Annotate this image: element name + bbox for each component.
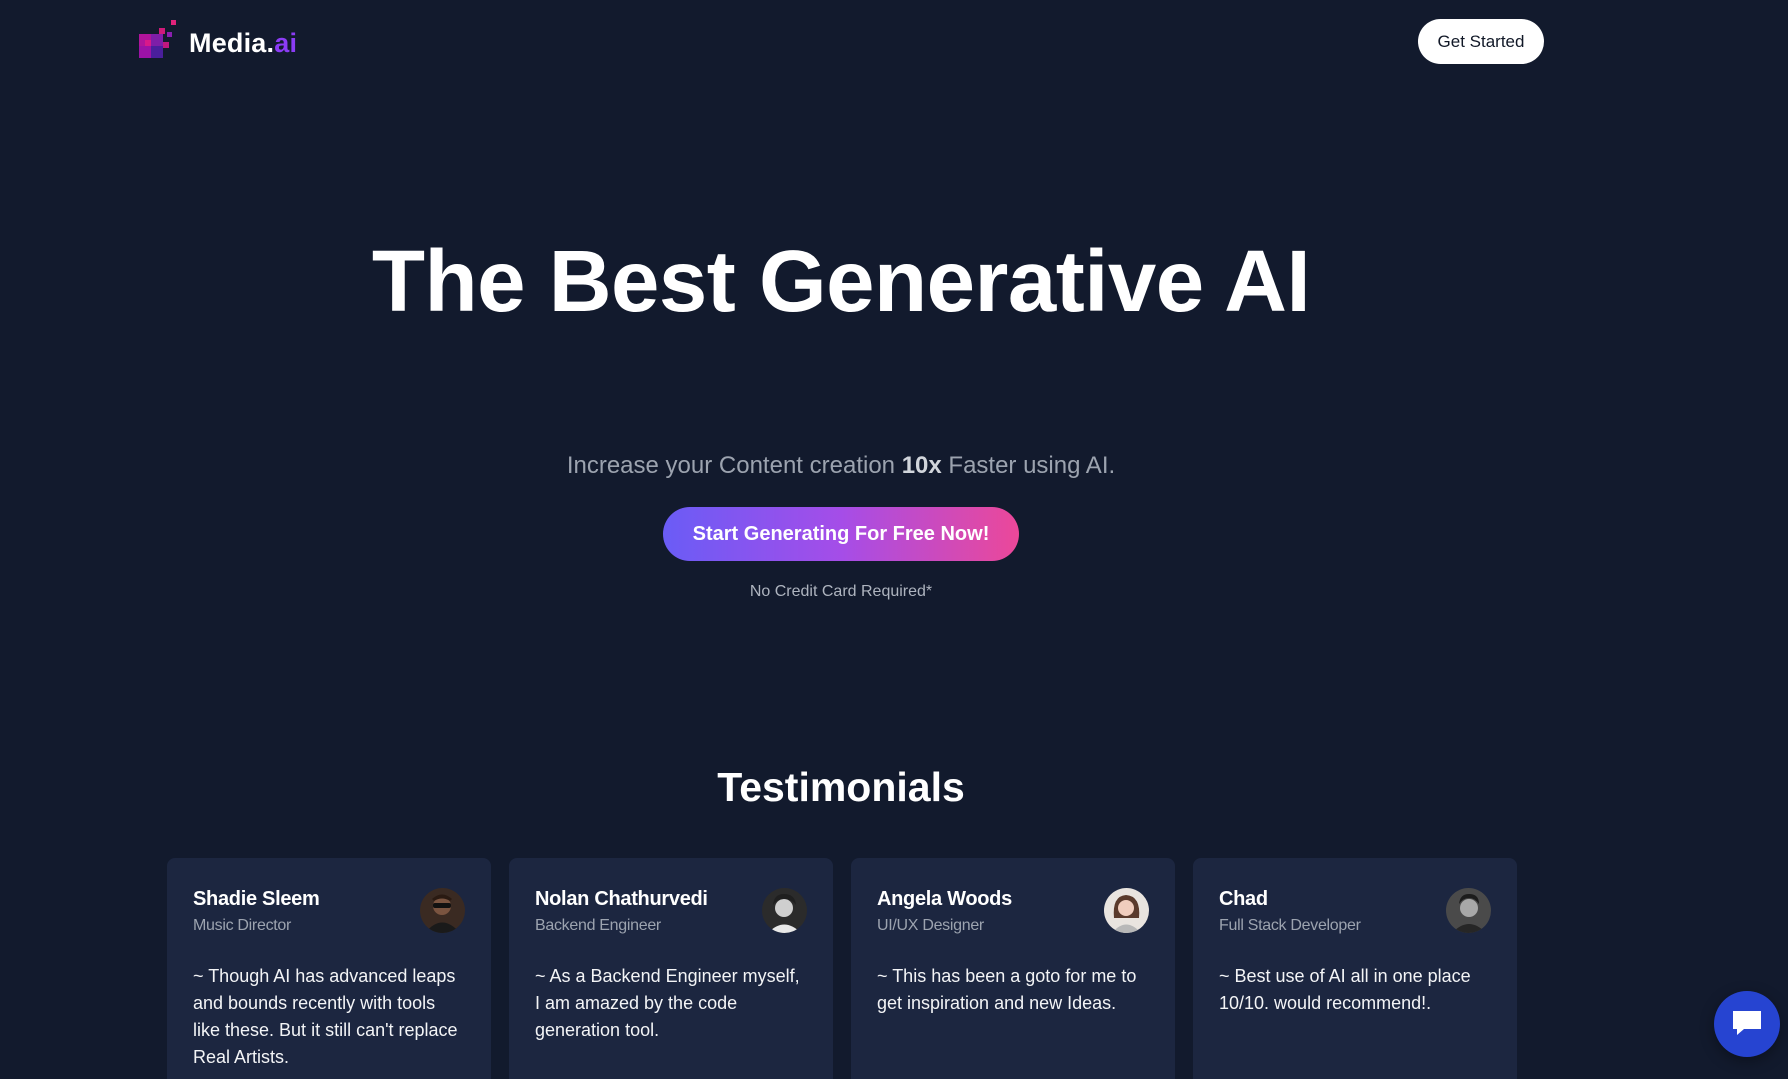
avatar: [420, 888, 465, 933]
brand-name: Media.ai: [189, 28, 298, 58]
avatar: [1446, 888, 1491, 933]
hero-subtitle: Increase your Content creation 10x Faste…: [566, 452, 1116, 479]
testimonial-text: ~ As a Backend Engineer myself, I am ama…: [535, 966, 800, 1040]
testimonials-list: Shadie Sleem Music Director ~ Though AI …: [167, 858, 1517, 1079]
testimonials-heading: Testimonials: [717, 764, 965, 810]
hero-subtitle-highlight: 10x: [901, 452, 942, 479]
testimonial-text: ~ This has been a goto for me to get ins…: [877, 966, 1137, 1013]
testimonial-text: ~ Best use of AI all in one place 10/10.…: [1219, 966, 1471, 1013]
avatar: [1104, 888, 1149, 933]
testimonial-card: Shadie Sleem Music Director ~ Though AI …: [167, 858, 491, 1079]
chat-bubble-icon: [1730, 1008, 1764, 1041]
landing-page: Media.ai Get Started The Best Generative…: [0, 0, 1788, 1079]
testimonial-card: Angela Woods UI/UX Designer ~ This has b…: [851, 858, 1175, 1079]
pixel-logo-icon: [139, 19, 177, 58]
hero-title: The Best Generative AI: [371, 233, 1311, 330]
testimonial-card: Chad Full Stack Developer ~ Best use of …: [1193, 858, 1517, 1079]
avatar: [762, 888, 807, 933]
testimonial-card: Nolan Chathurvedi Backend Engineer ~ As …: [509, 858, 833, 1079]
no-credit-card-note: No Credit Card Required*: [749, 583, 933, 600]
brand-logo[interactable]: Media.ai: [139, 18, 297, 59]
start-generating-button[interactable]: Start Generating For Free Now!: [663, 507, 1019, 561]
chat-button[interactable]: [1714, 991, 1780, 1057]
testimonial-text: ~ Though AI has advanced leaps and bound…: [193, 966, 458, 1067]
get-started-button[interactable]: Get Started: [1418, 19, 1544, 64]
